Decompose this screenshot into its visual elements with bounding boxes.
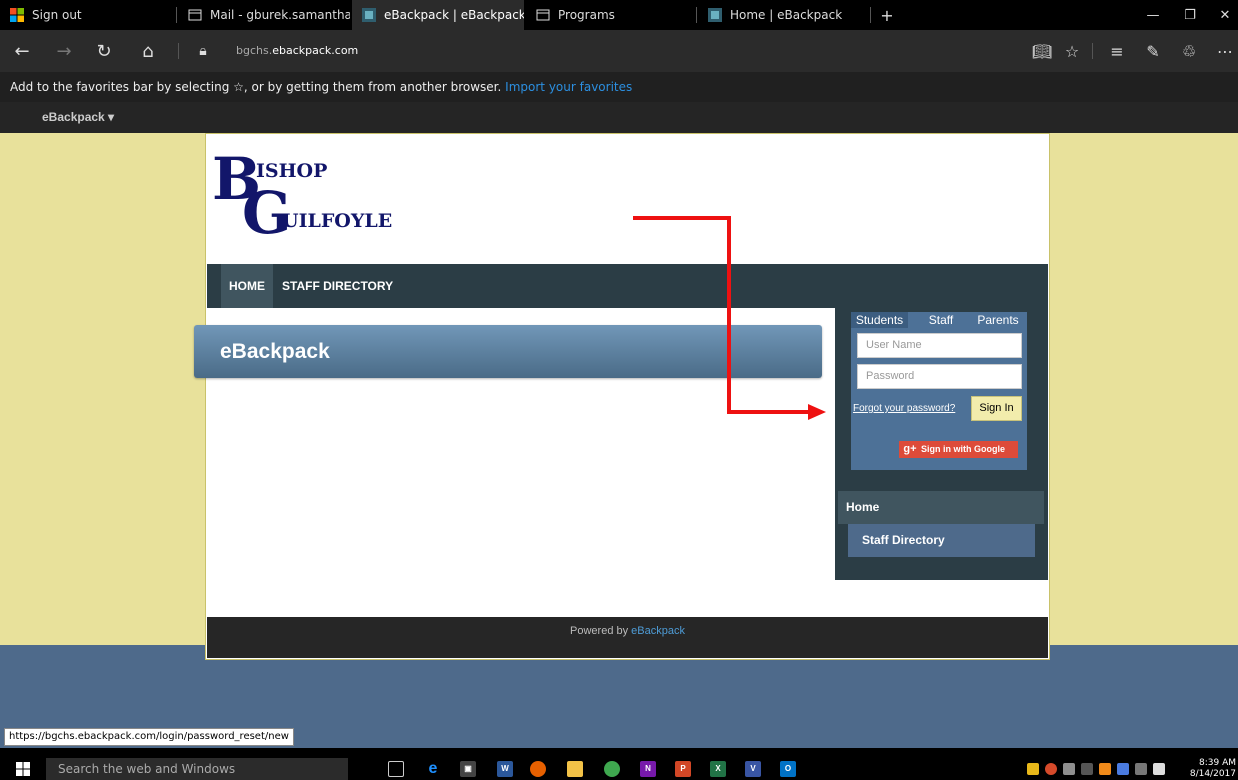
forward-arrow-icon[interactable]: → <box>46 30 82 72</box>
address-bar: ← → ↻ ⌂ 🔒︎ bgchs.ebackpack.com 📖︎ ☆ ≡ ✎ … <box>0 30 1238 72</box>
refresh-icon[interactable]: ↻ <box>86 30 122 72</box>
onenote-icon[interactable]: N <box>640 761 656 777</box>
edge-icon[interactable]: e <box>425 761 441 777</box>
outlook-icon[interactable]: O <box>780 761 796 777</box>
login-tab-staff[interactable]: Staff <box>916 312 966 328</box>
tab-label: eBackpack | eBackpack <box>384 8 524 22</box>
tray-network-icon[interactable] <box>1063 763 1075 775</box>
page-title-banner: eBackpack <box>194 325 822 378</box>
ebackpack-dropdown[interactable]: eBackpack ▾ <box>42 110 114 124</box>
store-icon[interactable]: ▣ <box>460 761 476 777</box>
ebackpack-menu-strip: eBackpack ▾ <box>0 102 1238 133</box>
google-sign-in-button[interactable]: g+ Sign in with Google <box>899 441 1018 458</box>
back-arrow-icon[interactable]: ← <box>4 30 40 72</box>
page-icon <box>188 9 202 21</box>
username-input[interactable]: User Name <box>857 333 1022 358</box>
tab-label: Home | eBackpack <box>730 8 843 22</box>
tray-app-icon[interactable] <box>1045 763 1057 775</box>
tab-home-ebackpack[interactable]: Home | eBackpack <box>698 0 868 30</box>
action-center-icon[interactable] <box>1153 763 1165 775</box>
web-note-icon[interactable]: ✎ <box>1138 30 1168 72</box>
login-box: Students Staff Parents User Name Passwor… <box>851 312 1027 470</box>
footer: Powered by eBackpack <box>207 617 1048 658</box>
favorites-bar-hint: Add to the favorites bar by selecting ☆,… <box>0 72 1238 102</box>
reading-view-icon[interactable]: 📖︎ <box>1027 30 1057 72</box>
ebackpack-favicon-icon <box>362 8 376 22</box>
tray-display-icon[interactable] <box>1081 763 1093 775</box>
url-domain: ebackpack.com <box>272 44 359 57</box>
google-plus-icon: g+ <box>903 443 917 455</box>
tab-sign-out[interactable]: Sign out <box>0 0 172 30</box>
sidebar-item-staff-directory[interactable]: Staff Directory <box>848 524 1035 557</box>
footer-text: Powered by <box>570 625 632 637</box>
logo-word-guilfoyle: UILFOYLE <box>282 210 393 232</box>
volume-icon[interactable] <box>1135 763 1147 775</box>
clock-time: 8:39 AM <box>1199 758 1236 768</box>
tab-label: Programs <box>558 8 615 22</box>
import-favorites-link[interactable]: Import your favorites <box>505 80 632 94</box>
status-bar-url: https://bgchs.ebackpack.com/login/passwo… <box>4 728 294 746</box>
windows-taskbar: Search the web and Windows e ▣ W N P X V… <box>0 758 1238 780</box>
google-sign-in-label: Sign in with Google <box>921 444 1005 454</box>
tab-separator <box>696 7 697 23</box>
tab-label: Mail - gburek.samantha@bg <box>210 8 350 22</box>
page-icon <box>536 9 550 21</box>
login-tab-students[interactable]: Students <box>851 312 908 328</box>
restore-icon[interactable]: ❐ <box>1175 0 1205 30</box>
minimize-icon[interactable]: — <box>1138 0 1168 30</box>
tray-shield-icon[interactable] <box>1027 763 1039 775</box>
footer-ebackpack-link[interactable]: eBackpack <box>631 625 685 637</box>
url-subdomain: bgchs. <box>236 44 273 57</box>
main-navigation: HOME STAFF DIRECTORY <box>207 264 1048 308</box>
favorites-hint-text: Add to the favorites bar by selecting ☆,… <box>10 80 502 94</box>
favorite-star-icon[interactable]: ☆ <box>1057 30 1087 72</box>
close-window-icon[interactable]: ✕ <box>1210 0 1238 30</box>
taskbar-search-box[interactable]: Search the web and Windows <box>46 758 348 780</box>
windows-logo-icon <box>10 8 24 22</box>
toolbar-separator <box>1092 43 1093 59</box>
windows-start-icon <box>16 762 30 776</box>
tray-bluetooth-icon[interactable] <box>1117 763 1129 775</box>
chrome-icon[interactable] <box>604 761 620 777</box>
word-icon[interactable]: W <box>497 761 513 777</box>
lock-icon: 🔒︎ <box>199 43 207 59</box>
page-title: eBackpack <box>220 340 330 363</box>
clock-date: 8/14/2017 <box>1189 769 1236 779</box>
tab-separator <box>870 7 871 23</box>
tray-update-icon[interactable] <box>1099 763 1111 775</box>
tab-programs[interactable]: Programs <box>526 0 694 30</box>
nav-home[interactable]: HOME <box>221 264 273 308</box>
start-button[interactable] <box>0 758 46 780</box>
login-tab-parents[interactable]: Parents <box>971 312 1025 328</box>
new-tab-button[interactable]: + <box>872 0 902 30</box>
excel-icon[interactable]: X <box>710 761 726 777</box>
forgot-password-link[interactable]: Forgot your password? <box>853 403 955 414</box>
powerpoint-icon[interactable]: P <box>675 761 691 777</box>
task-view-icon[interactable] <box>388 761 404 777</box>
bishop-guilfoyle-logo[interactable]: B ISHOP G UILFOYLE <box>212 150 412 250</box>
nav-staff-directory[interactable]: STAFF DIRECTORY <box>274 264 401 308</box>
tab-ebackpack[interactable]: eBackpack | eBackpack ✕ <box>352 0 524 30</box>
toolbar-separator <box>178 43 179 59</box>
home-icon[interactable]: ⌂ <box>130 30 166 72</box>
share-icon[interactable]: ♲ <box>1174 30 1204 72</box>
password-input[interactable]: Password <box>857 364 1022 389</box>
tab-separator <box>176 7 177 23</box>
url-field[interactable]: bgchs.ebackpack.com <box>236 44 358 57</box>
sidebar-item-home[interactable]: Home <box>838 491 1044 524</box>
taskbar-clock[interactable]: 8:39 AM 8/14/2017 <box>1190 758 1236 780</box>
file-explorer-icon[interactable] <box>567 761 583 777</box>
tab-mail[interactable]: Mail - gburek.samantha@bg <box>178 0 350 30</box>
more-icon[interactable]: ⋯ <box>1210 30 1238 72</box>
firefox-icon[interactable] <box>530 761 546 777</box>
sign-in-button[interactable]: Sign In <box>971 396 1022 421</box>
ebackpack-favicon-icon <box>708 8 722 22</box>
browser-tab-bar: Sign out Mail - gburek.samantha@bg eBack… <box>0 0 1238 30</box>
hub-icon[interactable]: ≡ <box>1102 30 1132 72</box>
visio-icon[interactable]: V <box>745 761 761 777</box>
tab-label: Sign out <box>32 8 82 22</box>
